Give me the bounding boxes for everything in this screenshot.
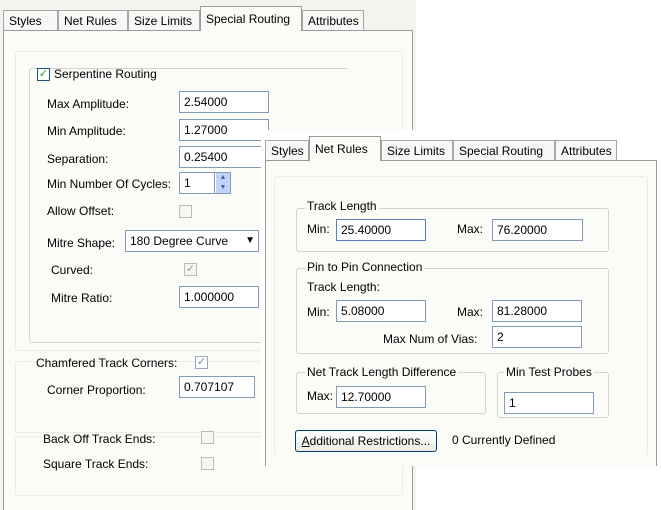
tab-styles-front[interactable]: Styles [265,140,309,161]
serpentine-routing-label: Serpentine Routing [54,67,157,81]
serpentine-routing-checkbox[interactable]: ✓ [37,68,50,81]
additional-restrictions-button[interactable]: Additional Restrictions... [295,430,437,452]
min-amplitude-input[interactable]: 1.27000 [179,119,269,141]
track-max-label: Max: [457,222,484,236]
tab-size-limits[interactable]: Size Limits [128,10,200,31]
separation-label: Separation: [47,152,109,166]
mitre-shape-value: 180 Degree Curve [130,234,229,248]
curved-label: Curved: [51,263,94,277]
min-cycles-input[interactable]: 1 [179,172,215,194]
defined-status-text: 0 Currently Defined [452,433,556,447]
track-min-input[interactable]: 25.40000 [336,219,426,241]
square-ends-checkbox[interactable] [201,457,214,470]
track-length-group-label: Track Length [305,199,379,213]
corner-proportion-input[interactable]: 0.707107 [179,376,255,398]
max-vias-input[interactable]: 2 [492,326,582,348]
mitre-shape-select[interactable]: 180 Degree Curve ▼ [125,230,259,252]
tab-net-rules[interactable]: Net Rules [58,10,128,31]
max-amplitude-input[interactable]: 2.54000 [179,91,269,113]
separation-input[interactable]: 0.25400 [179,146,269,168]
allow-offset-checkbox[interactable] [179,205,192,218]
net-diff-max-label: Max: [307,389,334,403]
net-diff-group-label: Net Track Length Difference [305,365,459,379]
stepper-up-icon[interactable]: ▲ [216,173,230,183]
corner-proportion-label: Corner Proportion: [47,383,146,397]
pin-min-input[interactable]: 5.08000 [336,300,426,322]
pin-to-pin-group-label: Pin to Pin Connection [305,260,425,274]
track-max-input[interactable]: 76.20000 [492,219,583,241]
mitre-shape-label: Mitre Shape: [47,236,116,250]
curved-checkbox[interactable]: ✓ [184,263,197,276]
chamfered-label: Chamfered Track Corners: [36,356,178,370]
back-off-label: Back Off Track Ends: [43,432,156,446]
tab-special-routing[interactable]: Special Routing [200,6,302,31]
min-cycles-stepper[interactable]: ▲ ▼ [215,172,231,194]
square-ends-label: Square Track Ends: [43,457,149,471]
tab-size-limits-front[interactable]: Size Limits [381,140,453,161]
pin-max-input[interactable]: 81.28000 [492,300,582,322]
test-probes-group-label: Min Test Probes [504,365,594,379]
pin-min-label: Min: [307,305,330,319]
track-min-label: Min: [307,222,330,236]
tab-attributes[interactable]: Attributes [302,10,364,31]
chevron-down-icon[interactable]: ▼ [245,231,255,251]
net-rules-dialog: Styles Net Rules Size Limits Special Rou… [261,130,661,466]
allow-offset-label: Allow Offset: [47,204,115,218]
mitre-ratio-input[interactable]: 1.000000 [179,286,259,308]
tab-styles[interactable]: Styles [3,10,58,31]
min-amplitude-label: Min Amplitude: [47,124,126,138]
tab-attributes-front[interactable]: Attributes [555,140,617,161]
max-amplitude-label: Max Amplitude: [47,97,130,111]
pin-max-label: Max: [457,305,484,319]
min-cycles-label: Min Number Of Cycles: [47,177,172,191]
back-off-checkbox[interactable] [201,431,214,444]
stepper-down-icon[interactable]: ▼ [216,183,230,193]
test-probes-input[interactable]: 1 [504,392,594,414]
tab-net-rules-front[interactable]: Net Rules [309,136,381,161]
tab-special-routing-front[interactable]: Special Routing [453,140,555,161]
chamfered-checkbox[interactable]: ✓ [195,356,208,369]
pin-track-length-label: Track Length: [307,280,380,294]
mitre-ratio-label: Mitre Ratio: [51,291,113,305]
max-vias-label: Max Num of Vias: [383,332,478,346]
net-diff-max-input[interactable]: 12.70000 [336,386,426,408]
